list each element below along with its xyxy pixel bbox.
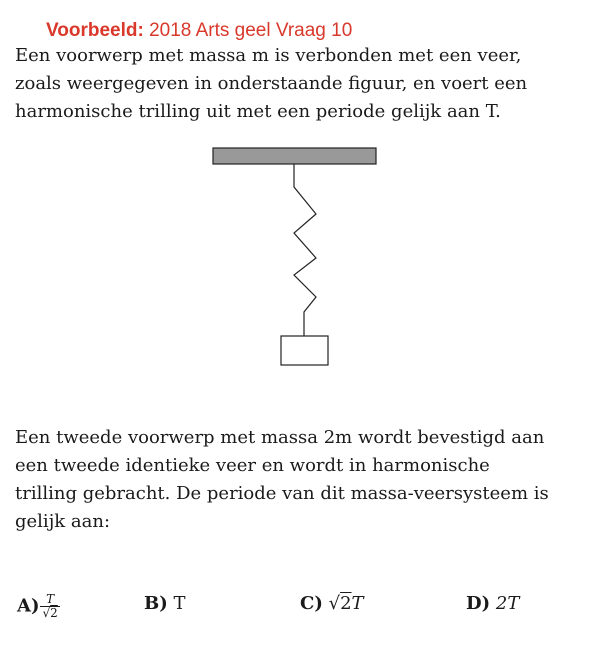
question-line: Een tweede voorwerp met massa 2m wordt b… [15, 427, 545, 448]
answer-b[interactable]: B) T [144, 593, 185, 614]
answer-c-suffix: T [351, 593, 364, 614]
answer-a[interactable]: A) T √2 [17, 593, 60, 620]
answer-c[interactable]: C) √2T [300, 593, 364, 614]
spring-mass-figure [212, 147, 377, 366]
question-line: een tweede identieke veer en wordt in ha… [15, 455, 490, 476]
spring [293, 164, 317, 336]
answer-a-fraction: T √2 [40, 592, 60, 620]
answer-c-letter: C) [300, 593, 323, 614]
answer-a-denominator: √2 [40, 606, 60, 620]
answer-d[interactable]: D) 2T [466, 593, 519, 614]
answer-d-letter: D) [466, 593, 491, 614]
answer-d-value: 2T [495, 593, 520, 614]
ceiling-bar [212, 147, 377, 165]
answer-a-numerator: T [46, 592, 55, 606]
answer-c-radicand: 2 [340, 593, 352, 614]
question-line: trilling gebracht. De periode van dit ma… [15, 483, 549, 504]
answer-a-letter: A) [17, 595, 40, 617]
answer-a-radicand: 2 [50, 606, 58, 620]
answer-b-value: T [173, 593, 186, 614]
mass-block [280, 335, 329, 366]
question-paragraph: Een tweede voorwerp met massa 2m wordt b… [15, 424, 595, 536]
answer-b-letter: B) [144, 593, 168, 614]
question-line: gelijk aan: [15, 511, 111, 532]
